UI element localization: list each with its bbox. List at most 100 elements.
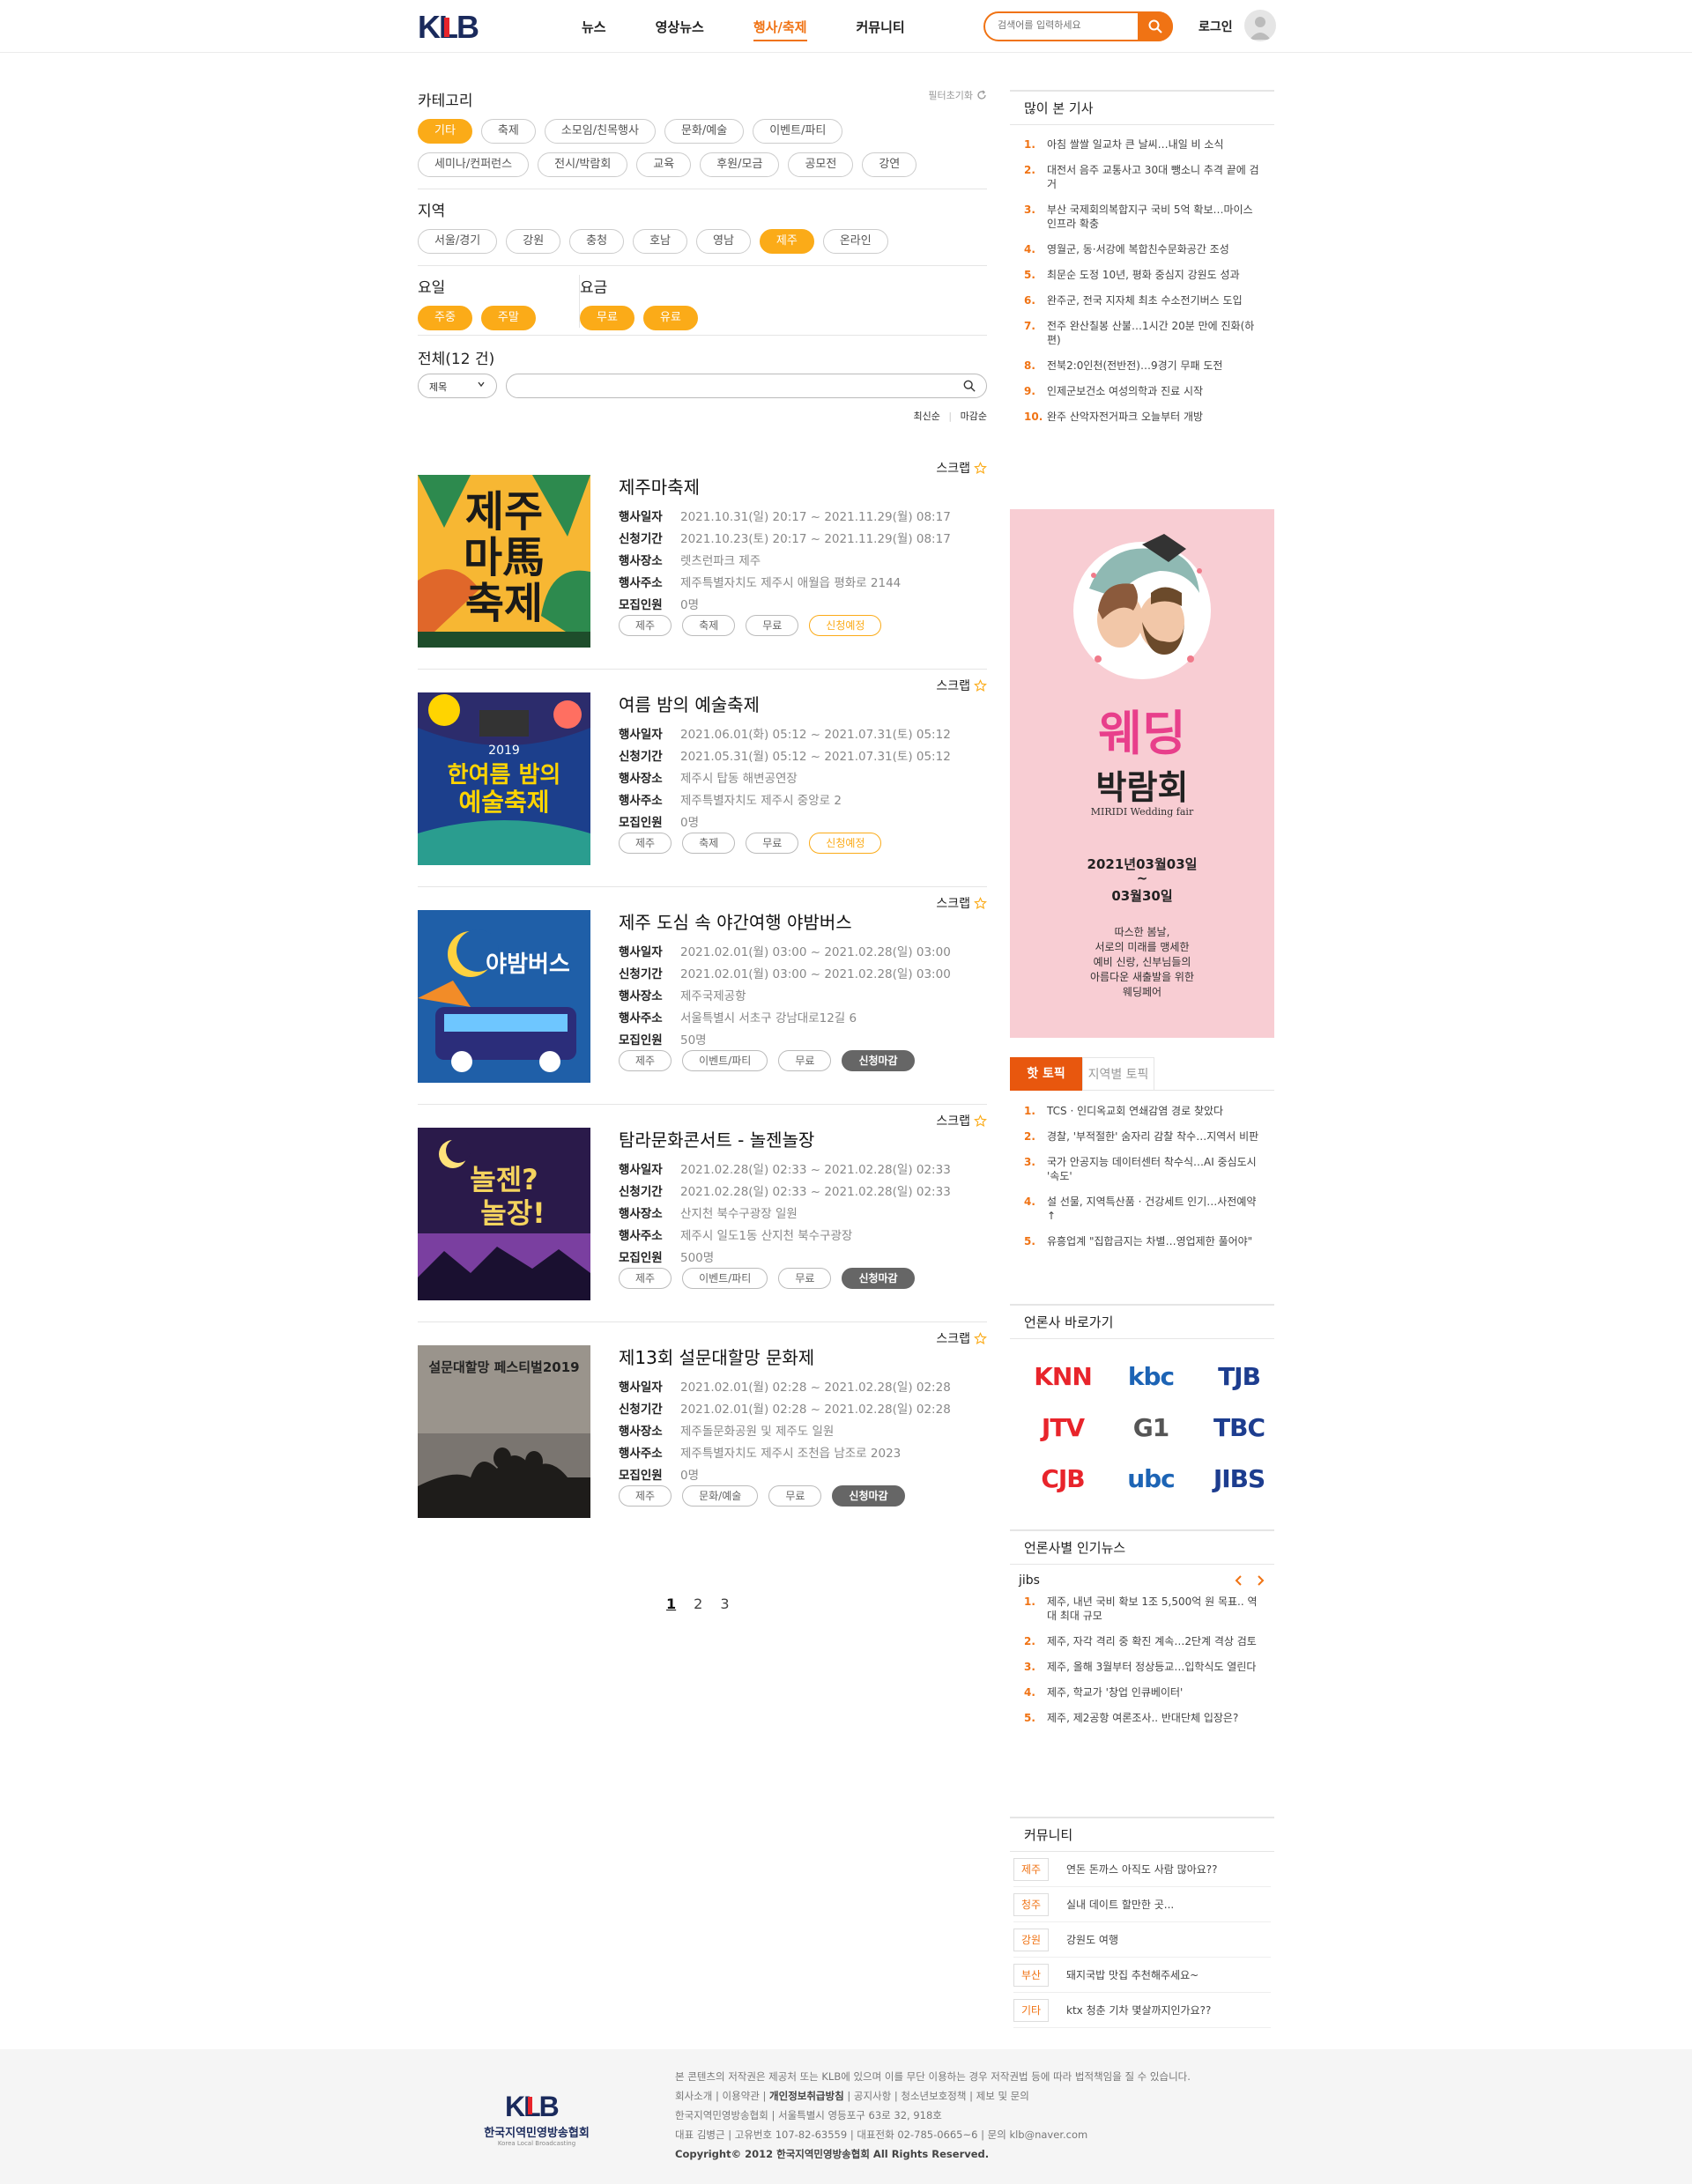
popular-item[interactable]: 1. 아침 쌀쌀 일교차 큰 날씨…내일 비 소식 <box>1024 137 1265 152</box>
login-link[interactable]: 로그인 <box>1198 18 1233 35</box>
event-tag[interactable]: 무료 <box>778 1050 832 1071</box>
community-item[interactable]: 부산 돼지국밥 맛집 추천해주세요~ <box>1013 1958 1271 1993</box>
chip-contest[interactable]: 공모전 <box>788 152 854 177</box>
event-tag[interactable]: 문화/예술 <box>682 1485 759 1507</box>
chip-meetup[interactable]: 소모임/친목행사 <box>544 119 656 144</box>
event-tag[interactable]: 제주 <box>619 615 672 636</box>
press-logo[interactable]: TBC <box>1195 1410 1283 1445</box>
avatar[interactable] <box>1244 10 1276 41</box>
popular-item[interactable]: 8. 전북2:0인천(전반전)…9경기 무패 도전 <box>1024 359 1265 373</box>
event-poster[interactable]: 2019 한여름 밤의 예술축제 <box>418 692 590 865</box>
list-search[interactable] <box>506 374 987 398</box>
event-title[interactable]: 제13회 설문대할망 문화제 <box>619 1344 814 1369</box>
chip-event-party[interactable]: 이벤트/파티 <box>753 119 843 144</box>
event-poster[interactable]: 설문대할망 페스티벌2019 <box>418 1345 590 1518</box>
chip-paid[interactable]: 유료 <box>642 306 698 330</box>
prev-arrow-icon[interactable] <box>1232 1573 1246 1588</box>
press-logo[interactable]: TJB <box>1195 1359 1283 1394</box>
chip-culture[interactable]: 문화/예술 <box>664 119 745 144</box>
chip-chungcheong[interactable]: 충청 <box>569 229 625 254</box>
chip-education[interactable]: 교육 <box>636 152 692 177</box>
event-tag[interactable]: 제주 <box>619 833 672 854</box>
press-popular-item[interactable]: 2. 제주, 자각 격리 중 확진 계속…2단계 격상 검토 <box>1024 1634 1262 1648</box>
event-title[interactable]: 여름 밤의 예술축제 <box>619 691 760 716</box>
page-1[interactable]: 1 <box>666 1595 676 1612</box>
nav-community[interactable]: 커뮤니티 <box>857 18 905 41</box>
press-logo[interactable]: G1 <box>1107 1410 1195 1445</box>
footer-link-privacy[interactable]: 개인정보취급방침 <box>769 2090 844 2102</box>
hot-topic-item[interactable]: 5. 유흥업계 "집합금지는 차별…영업제한 풀어야" <box>1024 1234 1262 1248</box>
press-logo[interactable]: JIBS <box>1195 1461 1283 1496</box>
community-item[interactable]: 기타 ktx 청춘 기차 몇살까지인가요?? <box>1013 1993 1271 2028</box>
popular-item[interactable]: 10. 완주 산악자전거파크 오늘부터 개방 <box>1024 410 1265 424</box>
search-icon[interactable] <box>963 380 976 392</box>
nav-news[interactable]: 뉴스 <box>582 18 606 41</box>
event-item[interactable]: 스크랩 야밤버스 제주 도심 속 야간여행 야밤버스 행사일자 2021.02.01(월… <box>418 894 987 1112</box>
sort-deadline[interactable]: 마감순 <box>961 411 987 422</box>
footer-link-terms[interactable]: 이용약관 <box>723 2090 760 2102</box>
scrap-button[interactable]: 스크랩 <box>936 459 987 477</box>
chip-exhibition[interactable]: 전시/박람회 <box>538 152 628 177</box>
press-logo[interactable]: CJB <box>1019 1461 1107 1496</box>
press-logo[interactable]: kbc <box>1107 1359 1195 1394</box>
chip-donation[interactable]: 후원/모금 <box>700 152 780 177</box>
chip-weekday[interactable]: 주중 <box>418 306 472 330</box>
press-logo[interactable]: KNN <box>1019 1359 1107 1394</box>
community-item[interactable]: 강원 강원도 여행 <box>1013 1922 1271 1958</box>
popular-item[interactable]: 7. 전주 완산칠봉 산불…1시간 20분 만에 진화(하편) <box>1024 319 1265 347</box>
event-tag[interactable]: 이벤트/파티 <box>682 1050 768 1071</box>
chip-jeju[interactable]: 제주 <box>759 229 814 254</box>
search-field-select[interactable]: 제목 <box>418 374 497 398</box>
event-item[interactable]: 스크랩 놀젠? 놀장! 탐라문화콘서트 - 놀젠놀장 행사일자 2021.02.28(일)… <box>418 1112 987 1329</box>
chip-festival[interactable]: 축제 <box>480 119 536 144</box>
klb-logo[interactable]: KLB <box>418 9 499 45</box>
page-2[interactable]: 2 <box>694 1595 702 1612</box>
popular-item[interactable]: 6. 완주군, 전국 지자체 최초 수소전기버스 도입 <box>1024 293 1265 307</box>
footer-link-notice[interactable]: 공지사항 <box>854 2090 891 2102</box>
nav-video-news[interactable]: 영상뉴스 <box>656 18 704 41</box>
page-3[interactable]: 3 <box>720 1595 729 1612</box>
chip-free[interactable]: 무료 <box>580 306 634 330</box>
hot-topic-item[interactable]: 4. 설 선물, 지역특산품 · 건강세트 인기…사전예약↑ <box>1024 1195 1262 1223</box>
scrap-button[interactable]: 스크랩 <box>936 1329 987 1347</box>
filter-reset[interactable]: 필터초기화 <box>928 88 987 102</box>
hot-topic-item[interactable]: 1. TCS · 인디옥교회 연쇄감염 경로 찾았다 <box>1024 1104 1262 1118</box>
wedding-ad-banner[interactable]: 웨딩 박람회 MIRIDI Wedding fair 2021년03월03일 ~… <box>1010 509 1274 1038</box>
footer-link-report[interactable]: 제보 및 문의 <box>976 2090 1029 2102</box>
scrap-button[interactable]: 스크랩 <box>936 1112 987 1129</box>
press-logo[interactable]: JTV <box>1019 1410 1107 1445</box>
hot-topic-item[interactable]: 2. 경찰, '부적절한' 숨자리 감찰 착수…지역서 비판 <box>1024 1129 1262 1144</box>
next-arrow-icon[interactable] <box>1253 1573 1267 1588</box>
press-popular-item[interactable]: 4. 제주, 학교가 '창업 인큐베이터' <box>1024 1685 1262 1699</box>
event-title[interactable]: 탐라문화콘서트 - 놀젠놀장 <box>619 1126 814 1151</box>
tab-hot-topic[interactable]: 핫 토픽 <box>1010 1057 1082 1091</box>
event-item[interactable]: 스크랩 제주 마馬 축제 제주마축제 행사일자 2021.10.31(일) 20:17 ~ … <box>418 459 987 677</box>
event-tag[interactable]: 제주 <box>619 1050 672 1071</box>
event-item[interactable]: 스크랩 설문대할망 페스티벌2019 제13회 설문대할망 문화제 행사일자 2021.… <box>418 1329 987 1547</box>
scrap-button[interactable]: 스크랩 <box>936 677 987 694</box>
chip-yeongnam[interactable]: 영남 <box>696 229 751 254</box>
press-popular-item[interactable]: 5. 제주, 제2공항 여론조사.. 반대단체 입장은? <box>1024 1711 1262 1725</box>
chip-seminar[interactable]: 세미나/컨퍼런스 <box>418 152 530 177</box>
chip-etc[interactable]: 기타 <box>418 119 472 144</box>
event-tag[interactable]: 무료 <box>746 833 799 854</box>
press-popular-item[interactable]: 3. 제주, 올해 3월부터 정상등교…입학식도 열린다 <box>1024 1660 1262 1674</box>
chip-weekend[interactable]: 주말 <box>480 306 536 330</box>
popular-item[interactable]: 2. 대전서 음주 교통사고 30대 뺑소니 추격 끝에 검거 <box>1024 163 1265 191</box>
popular-item[interactable]: 3. 부산 국제회의복합지구 국비 5억 확보…마이스 인프라 확충 <box>1024 203 1265 231</box>
event-poster[interactable]: 제주 마馬 축제 <box>418 475 590 648</box>
event-title[interactable]: 제주 도심 속 야간여행 야밤버스 <box>619 908 852 934</box>
event-tag[interactable]: 무료 <box>778 1268 832 1289</box>
chip-seoul[interactable]: 서울/경기 <box>418 229 498 254</box>
community-item[interactable]: 청주 실내 데이트 할만한 곳... <box>1013 1887 1271 1922</box>
event-tag[interactable]: 제주 <box>619 1485 672 1507</box>
search-button[interactable] <box>1138 11 1173 41</box>
popular-item[interactable]: 4. 영월군, 동·서강에 복합친수문화공간 조성 <box>1024 242 1265 256</box>
event-title[interactable]: 제주마축제 <box>619 473 700 499</box>
press-popular-item[interactable]: 1. 제주, 내년 국비 확보 1조 5,500억 원 목표.. 역대 최대 규모 <box>1024 1595 1262 1623</box>
footer-link-youth[interactable]: 청소년보호정책 <box>901 2090 966 2102</box>
chip-honam[interactable]: 호남 <box>633 229 687 254</box>
event-tag[interactable]: 무료 <box>746 615 799 636</box>
popular-item[interactable]: 9. 인제군보건소 여성의학과 진료 시작 <box>1024 384 1265 398</box>
event-tag[interactable]: 제주 <box>619 1268 672 1289</box>
